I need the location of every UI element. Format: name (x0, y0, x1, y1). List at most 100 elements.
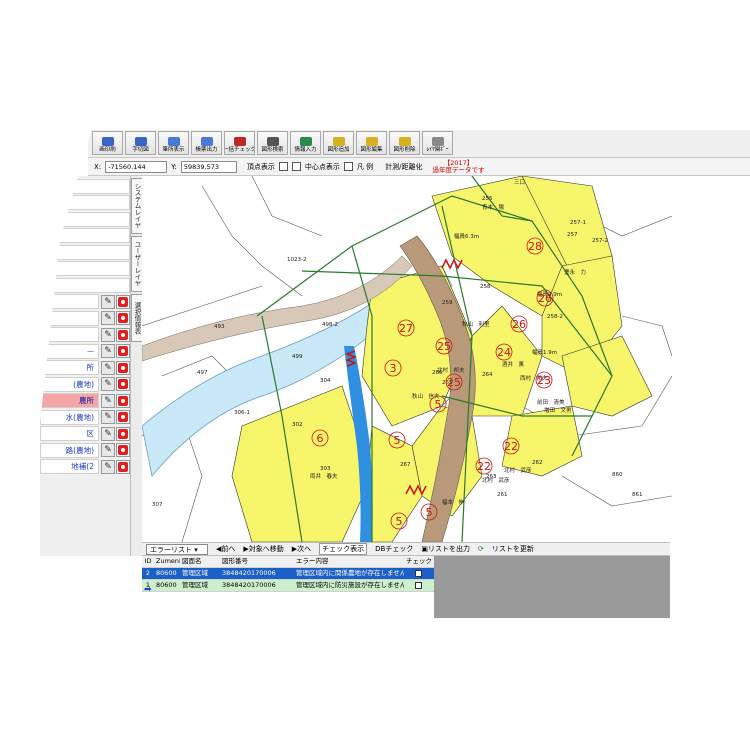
map-canvas[interactable]: 1023-2 493 497 306-1 302 303 304 307 255 257-1 257… (142, 176, 672, 542)
toolbar-button-0[interactable]: 画印刷 (92, 131, 123, 155)
row-checkbox[interactable] (414, 581, 422, 589)
pencil-icon[interactable]: ✎ (101, 327, 115, 342)
pencil-icon[interactable]: ✎ (101, 294, 115, 309)
column-header[interactable]: 図形番号 (220, 556, 294, 567)
layer-row[interactable] (40, 244, 130, 260)
pencil-icon[interactable]: ✎ (101, 410, 115, 424)
toolbar-button-7[interactable]: 図形追加 (323, 131, 354, 155)
row-checkbox[interactable] (414, 569, 422, 577)
layer-label[interactable] (40, 261, 130, 276)
layer-settings-icon[interactable] (116, 377, 130, 391)
layer-settings-icon[interactable] (116, 426, 130, 441)
toolbar-button-5[interactable]: 図形検索 (257, 131, 288, 155)
layer-row[interactable]: 地補(2 ✎ (40, 459, 130, 475)
toolbar-button-2[interactable]: 筆所表示 (158, 131, 189, 155)
layer-row[interactable] (40, 211, 130, 227)
pencil-icon[interactable]: ✎ (101, 459, 115, 474)
layer-row[interactable]: 区 ✎ (40, 426, 130, 442)
layer-row[interactable]: (農地) ✎ (40, 376, 130, 392)
layer-settings-icon[interactable] (116, 294, 130, 309)
move-to-target-button[interactable]: ▶対象へ移動 (243, 544, 283, 554)
pencil-icon[interactable]: ✎ (101, 344, 115, 358)
layer-label[interactable] (40, 277, 130, 293)
parcel-number-label: 267 (400, 462, 411, 468)
y-coordinate-field[interactable]: 59839.573 (180, 160, 237, 173)
prev-button[interactable]: ◀前へ (216, 544, 235, 554)
layer-label[interactable] (40, 310, 99, 326)
layer-row[interactable]: ㅡ ✎ (40, 343, 130, 359)
pencil-icon[interactable]: ✎ (101, 360, 115, 375)
layer-row[interactable]: 路(農地) ✎ (40, 442, 130, 458)
toolbar-button-3[interactable]: 帳票出力 (191, 131, 222, 155)
legend-checkbox[interactable] (343, 162, 353, 171)
zone-number: 3 (390, 362, 397, 375)
layer-label[interactable]: (農地) (40, 376, 99, 392)
column-header[interactable]: エラー内容 (294, 556, 404, 567)
map-svg[interactable]: 1023-2493497306-1302303304307255257-1257… (142, 176, 672, 542)
table-cell-zumen-id: 80600 (156, 569, 177, 577)
layer-row[interactable] (40, 261, 130, 277)
error-list-dropdown[interactable]: エラーリスト ▾ (146, 543, 208, 555)
layer-settings-icon[interactable] (116, 410, 130, 424)
layer-label[interactable]: 水(農地) (40, 409, 99, 425)
layer-label[interactable] (40, 327, 99, 342)
parcel-number-label: 257-2 (592, 238, 608, 244)
layer-row[interactable]: ✎ (40, 327, 130, 343)
toolbar-button-4[interactable]: 一括チェック (224, 131, 255, 155)
layer-label[interactable] (40, 211, 130, 227)
x-coordinate-field[interactable]: -71560.144 (105, 160, 168, 173)
layer-row[interactable] (40, 228, 130, 244)
pencil-icon[interactable]: ✎ (101, 311, 115, 325)
layer-label[interactable]: 区 (40, 426, 99, 441)
column-header[interactable]: ZumenID (154, 556, 180, 567)
layer-label[interactable] (40, 294, 99, 309)
layer-label[interactable]: ㅡ (40, 343, 99, 359)
db-check-button[interactable]: DBチェック (375, 544, 413, 554)
toolbar-button-10[interactable]: ﾚｲﾔ関ﾎﾞｰ (422, 131, 453, 155)
layer-row[interactable] (40, 178, 130, 194)
column-header[interactable]: チェック (404, 556, 432, 567)
toolbar-button-8[interactable]: 図形編集 (356, 131, 387, 155)
layer-settings-icon[interactable] (116, 327, 130, 342)
update-list-button[interactable]: リストを更新 (492, 544, 534, 554)
layer-row[interactable] (40, 277, 130, 293)
measure-button[interactable]: 計測/距離化 (385, 162, 422, 172)
layer-label[interactable]: 地補(2 (40, 459, 99, 474)
toolbar-button-1[interactable]: 字切図 (125, 131, 156, 155)
toolbar-button-6[interactable]: 情報入力 (290, 131, 321, 155)
layer-settings-icon[interactable] (116, 360, 130, 375)
layer-settings-icon[interactable] (116, 344, 130, 358)
layer-row[interactable]: ✎ (40, 310, 130, 326)
layer-label[interactable]: 農所 (40, 393, 99, 408)
layer-settings-icon[interactable] (116, 393, 130, 408)
vertex-display-checkbox[interactable] (278, 162, 288, 171)
layer-label[interactable] (40, 195, 130, 210)
layer-label[interactable] (40, 228, 130, 243)
next-button[interactable]: ▶次へ (292, 544, 311, 554)
pencil-icon[interactable]: ✎ (101, 426, 115, 441)
layer-row[interactable]: 水(農地) ✎ (40, 409, 130, 425)
owner-name-label: 青木 陽 (482, 203, 505, 211)
pencil-icon[interactable]: ✎ (101, 443, 115, 457)
layer-settings-icon[interactable] (116, 443, 130, 457)
layer-label[interactable] (40, 244, 130, 260)
toolbar-button-label: 帳票出力 (195, 147, 218, 153)
center-point-checkbox[interactable] (291, 162, 301, 171)
layer-row[interactable]: 農所 ✎ (40, 393, 130, 409)
layer-row[interactable]: 所 ✎ (40, 360, 130, 376)
column-header[interactable]: ID (142, 556, 154, 567)
toolbar-button-9[interactable]: 図形削除 (389, 131, 420, 155)
layer-settings-icon[interactable] (116, 311, 130, 325)
pencil-icon[interactable]: ✎ (101, 377, 115, 391)
legend-label[interactable]: 凡 例 (357, 162, 373, 172)
check-display-button[interactable]: チェック表示 (319, 543, 368, 555)
output-list-button[interactable]: ▣リストを出力 (421, 544, 470, 554)
pencil-icon[interactable]: ✎ (101, 393, 115, 408)
layer-row[interactable] (40, 195, 130, 211)
layer-label[interactable]: 路(農地) (40, 442, 99, 458)
layer-label[interactable] (40, 178, 130, 194)
layer-row[interactable]: ✎ (40, 294, 130, 310)
layer-label[interactable]: 所 (40, 360, 99, 375)
column-header[interactable]: 図面名 (180, 556, 220, 567)
layer-settings-icon[interactable] (116, 459, 130, 474)
